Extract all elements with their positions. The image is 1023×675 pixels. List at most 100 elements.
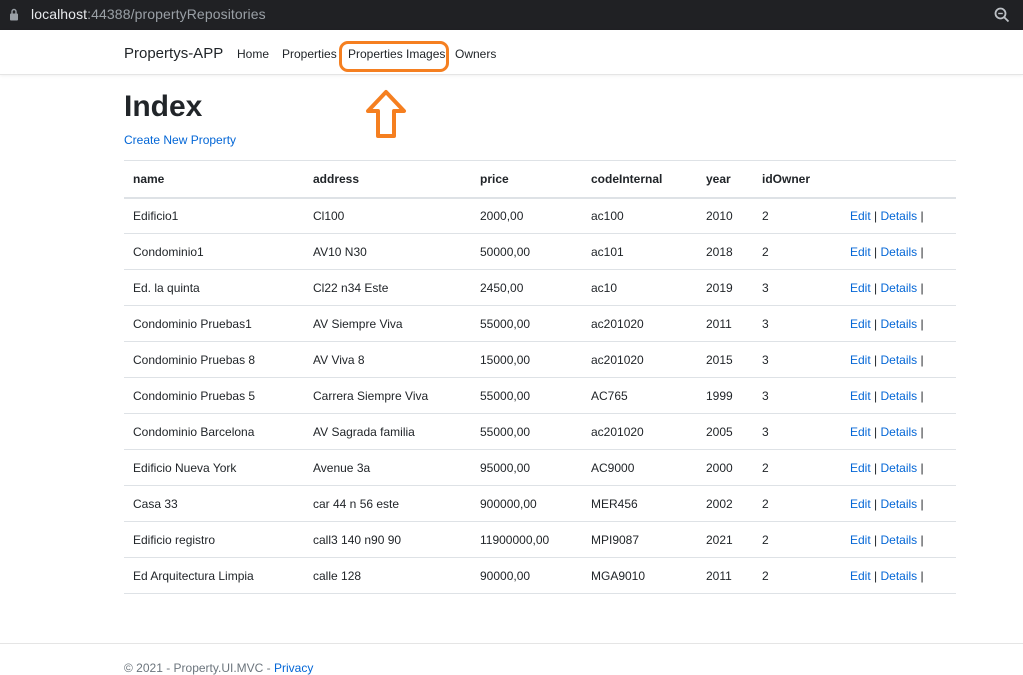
link-separator: | — [920, 208, 924, 223]
table-cell-address: Avenue 3a — [304, 449, 471, 486]
edit-link[interactable]: Edit — [850, 317, 871, 331]
details-link[interactable]: Details — [881, 209, 918, 223]
table-cell-idowner: 2 — [753, 557, 841, 594]
site-navbar: Propertys-APP Home Properties Properties… — [0, 30, 1023, 75]
table-cell-codeinternal: ac201020 — [582, 305, 697, 342]
table-cell-name: Ed Arquitectura Limpia — [124, 557, 304, 594]
link-separator: | — [874, 424, 878, 439]
table-cell-address: Cl100 — [304, 197, 471, 234]
table-cell-year: 2011 — [697, 557, 753, 594]
details-link[interactable]: Details — [881, 569, 918, 583]
table-cell-price: 11900000,00 — [471, 521, 582, 558]
table-cell-name: Casa 33 — [124, 485, 304, 522]
footer-copyright: © 2021 - Property.UI.MVC - — [124, 661, 274, 675]
page-footer: © 2021 - Property.UI.MVC - Privacy — [0, 643, 1023, 675]
table-cell-actions: Edit | Details | — [841, 233, 956, 270]
table-cell-name: Condominio Pruebas 8 — [124, 341, 304, 378]
table-header-row: name address price codeInternal year idO… — [124, 160, 956, 199]
table-cell-year: 2010 — [697, 197, 753, 234]
url-text[interactable]: localhost:44388/propertyRepositories — [31, 6, 266, 22]
table-cell-idowner: 2 — [753, 449, 841, 486]
edit-link[interactable]: Edit — [850, 569, 871, 583]
table-row: Ed Arquitectura Limpia calle 128 90000,00 M… — [124, 557, 956, 594]
table-body: Edificio1 Cl100 2000,00 ac100 2010 2 Edit | De… — [124, 197, 956, 594]
browser-address-bar[interactable]: localhost:44388/propertyRepositories — [0, 0, 1023, 30]
details-link[interactable]: Details — [881, 281, 918, 295]
navbar-brand[interactable]: Propertys-APP — [124, 45, 223, 62]
nav-item-home[interactable]: Home — [237, 47, 269, 61]
table-cell-name: Edificio Nueva York — [124, 449, 304, 486]
link-separator: | — [874, 280, 878, 295]
table-cell-address: AV10 N30 — [304, 233, 471, 270]
table-cell-year: 2015 — [697, 341, 753, 378]
table-cell-address: Carrera Siempre Viva — [304, 377, 471, 414]
table-cell-price: 55000,00 — [471, 413, 582, 450]
table-cell-idowner: 2 — [753, 485, 841, 522]
footer-text: © 2021 - Property.UI.MVC - Privacy — [124, 661, 313, 675]
edit-link[interactable]: Edit — [850, 461, 871, 475]
details-link[interactable]: Details — [881, 353, 918, 367]
table-row: Edificio registro call3 140 n90 90 1190000… — [124, 521, 956, 558]
table-cell-price: 2450,00 — [471, 269, 582, 306]
zoom-icon[interactable] — [993, 6, 1011, 24]
create-new-property-link[interactable]: Create New Property — [124, 133, 236, 147]
edit-link[interactable]: Edit — [850, 245, 871, 259]
table-cell-year: 2011 — [697, 305, 753, 342]
nav-item-owners[interactable]: Owners — [455, 47, 496, 61]
column-header-actions — [841, 160, 956, 199]
edit-link[interactable]: Edit — [850, 533, 871, 547]
table-row: Condominio Pruebas 5 Carrera Siempre Viva… — [124, 377, 956, 414]
edit-link[interactable]: Edit — [850, 281, 871, 295]
details-link[interactable]: Details — [881, 245, 918, 259]
table-cell-price: 2000,00 — [471, 197, 582, 234]
edit-link[interactable]: Edit — [850, 389, 871, 403]
link-separator: | — [920, 568, 924, 583]
details-link[interactable]: Details — [881, 533, 918, 547]
link-separator: | — [920, 316, 924, 331]
edit-link[interactable]: Edit — [850, 209, 871, 223]
lock-icon — [10, 8, 18, 21]
table-cell-actions: Edit | Details | — [841, 269, 956, 306]
link-separator: | — [920, 496, 924, 511]
table-row: Edificio Nueva York Avenue 3a 95000,00 AC90… — [124, 449, 956, 486]
table-cell-actions: Edit | Details | — [841, 557, 956, 594]
link-separator: | — [874, 568, 878, 583]
table-row: Condominio Pruebas1 AV Siempre Viva 55000,… — [124, 305, 956, 342]
table-cell-codeinternal: MGA9010 — [582, 557, 697, 594]
table-cell-idowner: 2 — [753, 197, 841, 234]
table-cell-name: Condominio Barcelona — [124, 413, 304, 450]
table-cell-address: AV Sagrada familia — [304, 413, 471, 450]
link-separator: | — [874, 208, 878, 223]
table-row: Ed. la quinta Cl22 n34 Este 2450,00 ac10 201… — [124, 269, 956, 306]
details-link[interactable]: Details — [881, 497, 918, 511]
column-header-codeinternal: codeInternal — [582, 160, 697, 199]
page-title: Index — [124, 90, 203, 123]
table-cell-idowner: 3 — [753, 305, 841, 342]
table-cell-codeinternal: AC9000 — [582, 449, 697, 486]
edit-link[interactable]: Edit — [850, 353, 871, 367]
table-cell-address: AV Viva 8 — [304, 341, 471, 378]
edit-link[interactable]: Edit — [850, 425, 871, 439]
table-cell-name: Ed. la quinta — [124, 269, 304, 306]
column-header-idowner: idOwner — [753, 160, 841, 199]
column-header-address: address — [304, 160, 471, 199]
table-cell-actions: Edit | Details | — [841, 305, 956, 342]
table-cell-address: Cl22 n34 Este — [304, 269, 471, 306]
table-cell-address: AV Siempre Viva — [304, 305, 471, 342]
url-path: :44388/propertyRepositories — [87, 6, 266, 22]
link-separator: | — [920, 244, 924, 259]
details-link[interactable]: Details — [881, 425, 918, 439]
details-link[interactable]: Details — [881, 461, 918, 475]
table-cell-codeinternal: MER456 — [582, 485, 697, 522]
table-cell-address: car 44 n 56 este — [304, 485, 471, 522]
table-cell-price: 95000,00 — [471, 449, 582, 486]
privacy-link[interactable]: Privacy — [274, 661, 313, 675]
table-cell-price: 55000,00 — [471, 377, 582, 414]
details-link[interactable]: Details — [881, 389, 918, 403]
link-separator: | — [874, 388, 878, 403]
link-separator: | — [920, 352, 924, 367]
column-header-name: name — [124, 160, 304, 199]
edit-link[interactable]: Edit — [850, 497, 871, 511]
details-link[interactable]: Details — [881, 317, 918, 331]
nav-item-properties[interactable]: Properties — [282, 47, 337, 61]
